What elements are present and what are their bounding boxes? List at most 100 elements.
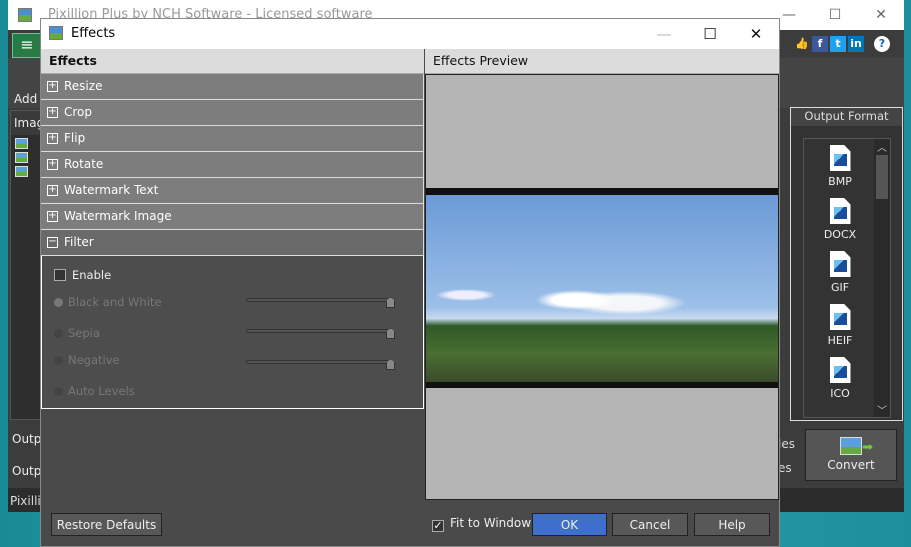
option-label: Negative	[68, 353, 120, 367]
radio-icon[interactable]	[54, 356, 63, 365]
option-label: Sepia	[68, 326, 100, 340]
output-format-title: Output Format	[791, 108, 902, 126]
images-column-header: Imag	[11, 111, 44, 135]
thumbs-up-icon[interactable]: 👍	[794, 36, 810, 52]
convert-button[interactable]: Convert	[805, 429, 897, 481]
format-label: ICO	[830, 387, 850, 400]
section-flip[interactable]: + Flip	[41, 126, 424, 152]
files-label-2: es	[778, 461, 792, 475]
output-format-panel: Output Format BMP DOCX GIF HEIF ICO ︿ ﹀	[790, 107, 903, 421]
section-rotate[interactable]: + Rotate	[41, 152, 424, 178]
expand-icon: +	[47, 80, 58, 92]
close-button[interactable]: ✕	[858, 0, 904, 30]
format-label: HEIF	[827, 334, 853, 347]
file-icon	[829, 251, 851, 277]
image-file-icon	[15, 152, 28, 163]
image-file-icon	[15, 166, 28, 177]
maximize-button[interactable]: ☐	[812, 0, 858, 30]
radio-auto-levels[interactable]: Auto Levels	[54, 384, 135, 398]
convert-label: Convert	[827, 458, 875, 472]
section-label: Filter	[64, 235, 94, 249]
ok-button[interactable]: OK	[532, 513, 607, 536]
image-file-icon	[15, 138, 28, 149]
twitter-icon[interactable]: t	[830, 36, 846, 52]
linkedin-icon[interactable]: in	[848, 36, 864, 52]
option-label: Auto Levels	[68, 384, 135, 398]
chevron-down-icon[interactable]: ﹀	[874, 402, 890, 417]
preview-panel: Effects Preview	[425, 49, 779, 500]
black-and-white-slider[interactable]	[246, 297, 395, 308]
section-crop[interactable]: + Crop	[41, 100, 424, 126]
format-ico[interactable]: ICO	[804, 351, 876, 404]
preview-area	[425, 74, 779, 500]
section-filter[interactable]: − Filter	[41, 230, 424, 256]
dialog-title: Effects	[71, 26, 116, 41]
expand-icon: +	[47, 210, 58, 222]
restore-defaults-button[interactable]: Restore Defaults	[51, 513, 162, 536]
preview-frame	[426, 188, 778, 388]
close-button[interactable]: ✕	[733, 19, 779, 49]
slider-knob[interactable]	[386, 297, 395, 308]
expand-icon: +	[47, 158, 58, 170]
section-label: Watermark Image	[64, 209, 172, 223]
format-label: BMP	[828, 175, 852, 188]
format-gif[interactable]: GIF	[804, 245, 876, 298]
format-list[interactable]: BMP DOCX GIF HEIF ICO ︿ ﹀	[803, 138, 891, 418]
hamburger-menu-icon[interactable]: ≡	[12, 33, 42, 58]
expand-icon: +	[47, 132, 58, 144]
slider-knob[interactable]	[386, 328, 395, 339]
effects-header: Effects	[41, 49, 424, 74]
image-list[interactable]: Imag	[10, 110, 44, 420]
file-icon	[829, 357, 851, 383]
radio-icon[interactable]	[54, 298, 63, 307]
section-resize[interactable]: + Resize	[41, 74, 424, 100]
help-icon[interactable]: ?	[874, 36, 890, 52]
format-bmp[interactable]: BMP	[804, 139, 876, 192]
cancel-button[interactable]: Cancel	[612, 513, 688, 536]
format-label: DOCX	[823, 228, 857, 241]
slider-knob[interactable]	[386, 359, 395, 370]
filter-options: Enable Black and White Sepia Negative Au…	[41, 256, 424, 409]
checkmark-icon[interactable]: ✓	[432, 520, 444, 532]
convert-icon	[840, 437, 873, 455]
checkbox-box[interactable]	[54, 269, 66, 281]
enable-checkbox[interactable]: Enable	[54, 268, 111, 282]
help-button[interactable]: Help	[694, 513, 770, 536]
section-label: Rotate	[64, 157, 104, 171]
enable-label: Enable	[72, 268, 112, 282]
facebook-icon[interactable]: f	[812, 36, 828, 52]
file-icon	[829, 198, 851, 224]
radio-icon[interactable]	[54, 387, 63, 396]
negative-slider[interactable]	[246, 359, 395, 370]
sepia-slider[interactable]	[246, 328, 395, 339]
app-icon	[18, 8, 32, 22]
format-scrollbar[interactable]: ︿ ﹀	[874, 139, 890, 417]
option-label: Black and White	[68, 295, 162, 309]
section-watermark-image[interactable]: + Watermark Image	[41, 204, 424, 230]
expand-icon: +	[47, 184, 58, 196]
effects-dialog: Effects — ☐ ✕ Effects + Resize + Crop + Fli…	[40, 18, 780, 547]
preview-image	[426, 195, 778, 382]
section-watermark-text[interactable]: + Watermark Text	[41, 178, 424, 204]
dialog-title-bar: Effects — ☐ ✕	[41, 19, 779, 49]
radio-icon[interactable]	[54, 329, 63, 338]
minimize-button[interactable]: —	[641, 19, 687, 49]
section-label: Resize	[64, 79, 103, 93]
maximize-button[interactable]: ☐	[687, 19, 733, 49]
radio-sepia[interactable]: Sepia	[54, 326, 100, 340]
expand-icon: +	[47, 106, 58, 118]
format-label: GIF	[830, 281, 850, 294]
section-label: Flip	[64, 131, 86, 145]
file-icon	[829, 145, 851, 171]
effects-panel: Effects + Resize + Crop + Flip + Rotate + Wat…	[41, 49, 424, 500]
file-icon	[829, 304, 851, 330]
files-label: les	[778, 437, 795, 451]
scroll-thumb[interactable]	[876, 155, 888, 199]
radio-negative[interactable]: Negative	[54, 353, 120, 367]
chevron-up-icon[interactable]: ︿	[874, 139, 890, 154]
format-docx[interactable]: DOCX	[804, 192, 876, 245]
fit-to-window-checkbox[interactable]: ✓ Fit to Window	[432, 516, 531, 532]
format-heif[interactable]: HEIF	[804, 298, 876, 351]
app-icon	[49, 26, 63, 40]
radio-black-and-white[interactable]: Black and White	[54, 295, 162, 309]
